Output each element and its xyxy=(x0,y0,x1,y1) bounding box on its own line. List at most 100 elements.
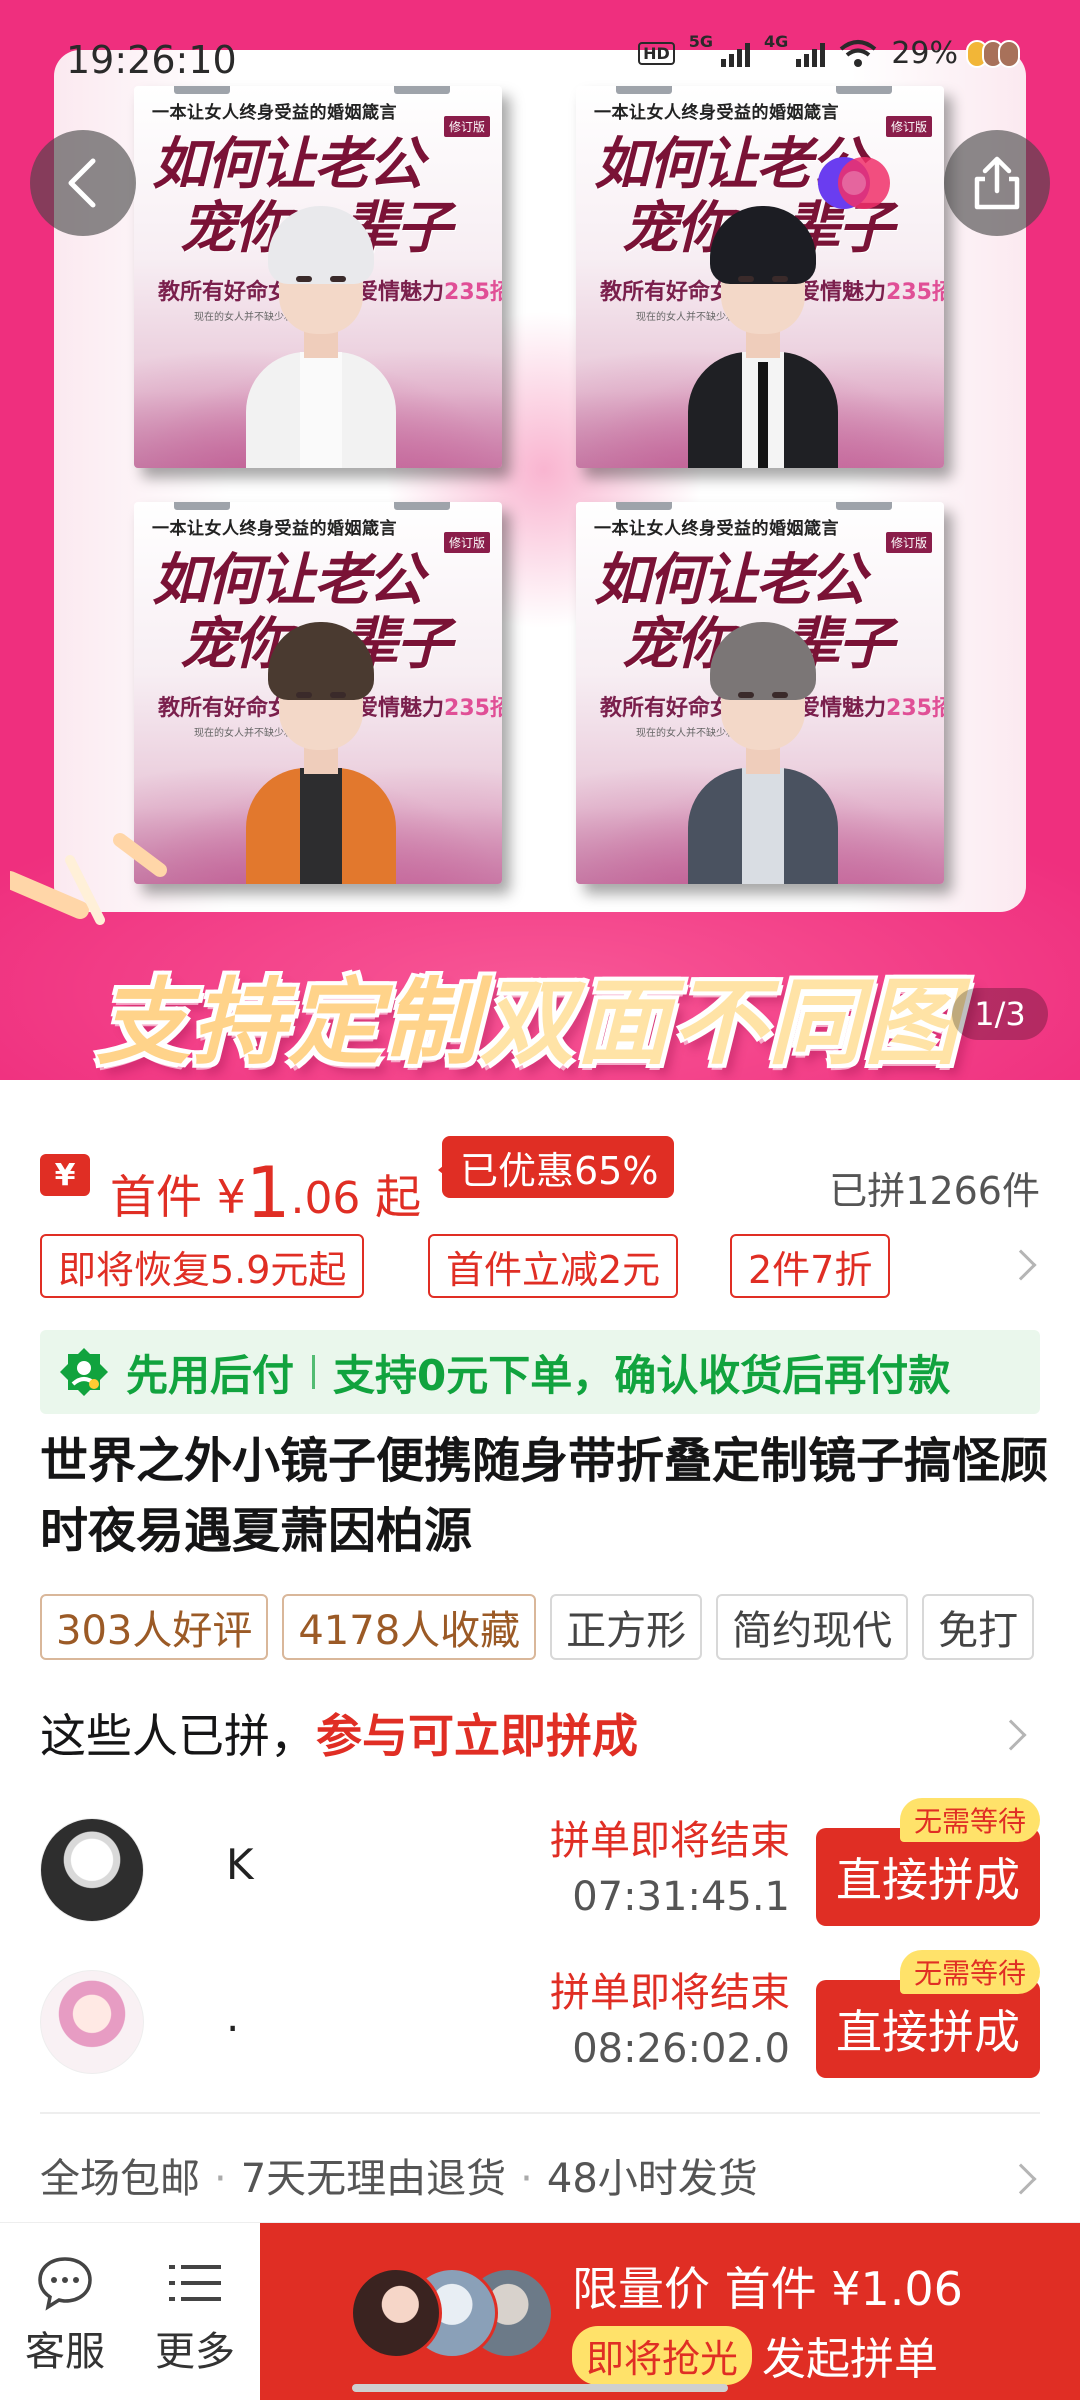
more-label: 更多 xyxy=(155,2329,235,2375)
mirror-product-3: 一本让女人终身受益的婚姻箴言 修订版 如何让老公宠你一辈子 教所有好命女人的恋爱… xyxy=(134,502,502,884)
book-tagline: 一本让女人终身受益的婚姻箴言 xyxy=(152,519,397,539)
pay-later-description: 支持0元下单，确认收货后再付款 xyxy=(333,1350,951,1400)
service-item: 全场包邮 xyxy=(40,2156,200,2202)
book-subtitle-count: 235招 xyxy=(886,696,944,721)
group-user-name: . xyxy=(226,1992,240,2041)
illustrated-character xyxy=(246,622,396,884)
chat-bubble-icon xyxy=(38,2257,92,2311)
sold-count: 已拼1266件 xyxy=(829,1169,1040,1213)
share-button[interactable] xyxy=(944,130,1050,236)
service-item: 48小时发货 xyxy=(546,2156,758,2202)
more-button[interactable]: 更多 xyxy=(140,2253,250,2377)
divider xyxy=(312,1355,316,1389)
status-bar: 19:26:10 HD 5G 4G 29% xyxy=(0,0,1080,120)
book-subtitle-count: 235招 xyxy=(444,280,502,305)
status-time: 19:26:10 xyxy=(66,38,237,82)
menu-list-icon xyxy=(169,2265,221,2301)
product-title: 世界之外小镜子便携随身带折叠定制镜子搞怪顾时夜易遇夏萧因柏源 xyxy=(40,1433,1049,1559)
price-row: ¥ 首件 ¥1.06 起 已优惠65% 已拼1266件 xyxy=(40,1130,1040,1234)
avatar xyxy=(40,1818,144,1922)
price-currency: ¥ xyxy=(216,1170,246,1224)
illustrated-character xyxy=(688,622,838,884)
no-wait-badge: 无需等待 xyxy=(899,1950,1040,1994)
banner-text: 支持定制双面不同图 xyxy=(96,947,960,1080)
battery-percent: 29% xyxy=(891,36,958,71)
back-button[interactable] xyxy=(30,130,136,236)
countdown-timer: 08:26:02.0 xyxy=(572,2026,790,2072)
carousel-page-indicator: 1/3 xyxy=(952,988,1048,1040)
status-icons: HD 5G 4G 29% xyxy=(638,32,1020,71)
mirror-product-1: 一本让女人终身受益的婚姻箴言 修订版 如何让老公宠你一辈子 教所有好命女人的恋爱… xyxy=(134,86,502,468)
countdown-timer: 07:31:45.1 xyxy=(572,1874,790,1920)
no-wait-badge: 无需等待 xyxy=(899,1798,1040,1842)
bottom-action-bar: 客服 更多 限量价 首件 ¥1.06 即将抢光 发起拼单 xyxy=(0,2222,1080,2400)
discount-badge: 已优惠65% xyxy=(437,1136,675,1198)
group-countdown: 拼单即将结束 08:26:02.0 xyxy=(550,1960,790,2072)
group-countdown: 拼单即将结束 07:31:45.1 xyxy=(550,1808,790,1920)
signal-strength-icon xyxy=(721,41,751,67)
product-image-carousel[interactable]: 一本让女人终身受益的婚姻箴言 修订版 如何让老公宠你一辈子 教所有好命女人的恋爱… xyxy=(0,0,1080,1080)
banner-text-part-2: 双面不同图 xyxy=(480,969,961,1078)
promotion-tags[interactable]: 即将恢复5.9元起 首件立减2元 2件7折 xyxy=(40,1234,1040,1298)
price-label: 首件 ¥1.06 起 xyxy=(110,1148,422,1234)
book-title-line-1: 如何让老公 xyxy=(152,131,424,197)
avatar xyxy=(40,1970,144,2074)
avatar xyxy=(350,2267,442,2359)
mirror-clip xyxy=(174,502,230,510)
mirror-clip xyxy=(836,502,892,510)
start-group-buy-button[interactable]: 限量价 首件 ¥1.06 即将抢光 发起拼单 xyxy=(260,2223,1080,2400)
book-subtitle-count: 235招 xyxy=(886,280,944,305)
mirror-clip xyxy=(394,502,450,510)
yen-coupon-icon: ¥ xyxy=(40,1154,90,1196)
book-title-line-1: 如何让老公 xyxy=(152,547,424,613)
group-status: 拼单即将结束 xyxy=(550,1818,790,1864)
chevron-right-icon xyxy=(1005,2163,1037,2195)
signal-strength-icon xyxy=(796,41,826,67)
customer-service-button[interactable]: 客服 xyxy=(10,2253,120,2377)
promo-tag[interactable]: 2件7折 xyxy=(730,1234,891,1298)
start-group-label: 即将抢光 发起拼单 xyxy=(572,2323,938,2387)
attribute-tag: 正方形 xyxy=(550,1594,703,1660)
price-decimal: .06 xyxy=(290,1173,361,1224)
home-indicator xyxy=(352,2384,728,2392)
group-buy-header-text: 这些人已拼， xyxy=(40,1709,316,1763)
promo-tag[interactable]: 首件立减2元 xyxy=(428,1234,679,1298)
app-logo-icon xyxy=(818,157,890,209)
wifi-icon xyxy=(840,39,877,67)
book-title-line-1: 如何让老公 xyxy=(594,547,866,613)
separator-dot: · xyxy=(214,2156,227,2202)
selling-fast-tag: 即将抢光 xyxy=(572,2325,753,2385)
join-group-button[interactable]: 直接拼成 xyxy=(816,1828,1040,1926)
chevron-left-icon xyxy=(68,158,96,208)
promo-tag[interactable]: 即将恢复5.9元起 xyxy=(40,1234,365,1298)
group-buy-header[interactable]: 这些人已拼，参与可立即拼成 xyxy=(40,1700,1040,1770)
pay-later-shield-icon xyxy=(60,1348,108,1396)
price-suffix: 起 xyxy=(375,1170,422,1224)
limited-price-label: 限量价 首件 ¥1.06 xyxy=(572,2262,963,2316)
service-item: 7天无理由退货 xyxy=(240,2156,507,2202)
hd-voice-icon: HD xyxy=(638,42,675,65)
share-icon xyxy=(974,156,1020,210)
group-buy-item: . 拼单即将结束 08:26:02.0 直接拼成 无需等待 xyxy=(40,1950,1040,2080)
buyer-avatar-stack xyxy=(350,2267,554,2363)
pay-later-banner[interactable]: 先用后付 支持0元下单，确认收货后再付款 xyxy=(40,1330,1040,1414)
chevron-right-icon xyxy=(1005,1249,1037,1281)
review-count-tag[interactable]: 303人好评 xyxy=(40,1594,269,1660)
chevron-right-icon xyxy=(995,1719,1027,1751)
join-group-button[interactable]: 直接拼成 xyxy=(816,1980,1040,2078)
group-status: 拼单即将结束 xyxy=(550,1970,790,2016)
customer-service-label: 客服 xyxy=(25,2329,105,2375)
network-5g-label: 5G xyxy=(688,32,714,51)
group-buy-item: K 拼单即将结束 07:31:45.1 直接拼成 无需等待 xyxy=(40,1798,1040,1928)
start-group-text: 发起拼单 xyxy=(762,2334,939,2385)
service-guarantees[interactable]: 全场包邮 · 7天无理由退货 · 48小时发货 xyxy=(40,2146,1040,2216)
price-first-item-label: 首件 xyxy=(110,1170,202,1224)
price-integer: 1 xyxy=(245,1152,291,1234)
favorite-count-tag[interactable]: 4178人收藏 xyxy=(282,1594,537,1660)
book-tagline: 一本让女人终身受益的婚姻箴言 xyxy=(594,519,839,539)
divider xyxy=(40,2112,1040,2114)
group-buy-header-highlight: 参与可立即拼成 xyxy=(316,1709,638,1763)
mirror-product-4: 一本让女人终身受益的婚姻箴言 修订版 如何让老公宠你一辈子 教所有好命女人的恋爱… xyxy=(576,502,944,884)
notification-avatars-icon xyxy=(966,39,1020,68)
illustrated-character xyxy=(688,206,838,468)
